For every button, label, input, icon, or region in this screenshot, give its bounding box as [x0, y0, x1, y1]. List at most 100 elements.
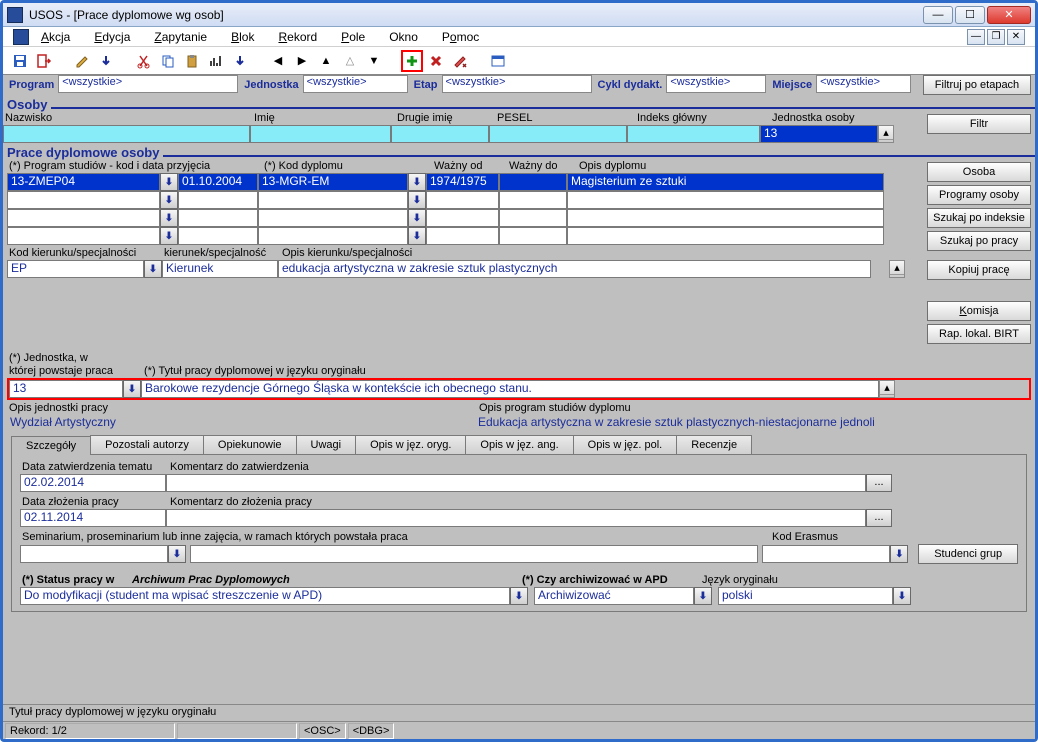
tab-opis-pol[interactable]: Opis w jęz. pol. [573, 435, 678, 454]
kod-dyplomu-input[interactable] [258, 209, 408, 227]
up2-icon[interactable]: △ [339, 50, 361, 72]
menu-rekord[interactable]: Rekord [278, 30, 317, 44]
wazny-od-input[interactable] [426, 191, 499, 209]
up-icon[interactable]: ▲ [315, 50, 337, 72]
jezyk-dropdown[interactable]: ⬇ [893, 587, 911, 605]
wazny-do-input[interactable] [499, 191, 567, 209]
prog-data-input[interactable]: 01.10.2004 [178, 173, 258, 191]
enter-query2-icon[interactable] [229, 50, 251, 72]
exit-icon[interactable] [33, 50, 55, 72]
menu-edycja[interactable]: Edycja [94, 30, 130, 44]
menu-blok[interactable]: Blok [231, 30, 254, 44]
imie-input[interactable] [250, 125, 391, 143]
kod-dyplomu-dropdown[interactable]: ⬇ [408, 173, 426, 191]
kod-dyplomu-dropdown[interactable]: ⬇ [408, 227, 426, 245]
tab-szczegoly[interactable]: Szczegóły [11, 436, 91, 455]
kod-dyplomu-input[interactable] [258, 191, 408, 209]
osoby-scrollbar[interactable]: ▴ [878, 125, 894, 143]
archiwizowac-dropdown[interactable]: ⬇ [694, 587, 712, 605]
kod-kierunku-input[interactable]: EP [7, 260, 144, 278]
filtr-button[interactable]: Filtr [927, 114, 1031, 134]
tab-opis-ang[interactable]: Opis w jęz. ang. [465, 435, 573, 454]
count-icon[interactable] [205, 50, 227, 72]
filter-etap-input[interactable]: <wszystkie> [442, 75, 592, 93]
prace-row[interactable]: 13-ZMEP04⬇01.10.200413-MGR-EM⬇1974/1975M… [7, 173, 923, 191]
prog-kod-input[interactable] [7, 191, 160, 209]
prace-row[interactable]: ⬇⬇ [7, 227, 923, 245]
clear-icon[interactable] [449, 50, 471, 72]
prog-kod-input[interactable] [7, 209, 160, 227]
opis-dyplomu-input[interactable] [567, 209, 884, 227]
window-icon[interactable] [487, 50, 509, 72]
data-zatw-input[interactable]: 02.02.2014 [20, 474, 166, 492]
rap-lokal-birt-button[interactable]: Rap. lokal. BIRT [927, 324, 1031, 344]
jednostka-praca-input[interactable]: 13 [9, 380, 123, 398]
prog-data-input[interactable] [178, 227, 258, 245]
wazny-do-input[interactable] [499, 173, 567, 191]
kom-zatw-dots-button[interactable]: ... [866, 474, 892, 492]
kod-kierunku-dropdown[interactable]: ⬇ [144, 260, 162, 278]
prace-row[interactable]: ⬇⬇ [7, 191, 923, 209]
tab-uwagi[interactable]: Uwagi [296, 435, 357, 454]
kod-dyplomu-input[interactable]: 13-MGR-EM [258, 173, 408, 191]
szukaj-indeks-button[interactable]: Szukaj po indeksie [927, 208, 1031, 228]
kom-zatw-input[interactable] [166, 474, 866, 492]
archiwizowac-input[interactable]: Archiwizować [534, 587, 694, 605]
menu-pomoc[interactable]: Pomoc [442, 30, 479, 44]
enter-query-icon[interactable] [95, 50, 117, 72]
kom-zlo-dots-button[interactable]: ... [866, 509, 892, 527]
edit-icon[interactable] [71, 50, 93, 72]
prace-row[interactable]: ⬇⬇ [7, 209, 923, 227]
nazwisko-input[interactable] [3, 125, 250, 143]
wazny-od-input[interactable] [426, 227, 499, 245]
menu-zapytanie[interactable]: Zapytanie [154, 30, 207, 44]
prog-kod-dropdown[interactable]: ⬇ [160, 191, 178, 209]
tab-pozostali-autorzy[interactable]: Pozostali autorzy [90, 435, 204, 454]
opis-dyplomu-input[interactable]: Magisterium ze sztuki [567, 173, 884, 191]
wazny-od-input[interactable] [426, 209, 499, 227]
seminarium-dropdown[interactable]: ⬇ [168, 545, 186, 563]
kod-dyplomu-dropdown[interactable]: ⬇ [408, 191, 426, 209]
prog-kod-dropdown[interactable]: ⬇ [160, 227, 178, 245]
filtruj-po-etapach-button[interactable]: Filtruj po etapach [923, 75, 1031, 95]
drugie-imie-input[interactable] [391, 125, 489, 143]
seminarium-input[interactable] [20, 545, 168, 563]
opis-dyplomu-input[interactable] [567, 191, 884, 209]
filter-jednostka-input[interactable]: <wszystkie> [303, 75, 408, 93]
mdi-restore-button[interactable]: ❐ [987, 29, 1005, 45]
prog-kod-input[interactable]: 13-ZMEP04 [7, 173, 160, 191]
kom-zlo-input[interactable] [166, 509, 866, 527]
kod-dyplomu-input[interactable] [258, 227, 408, 245]
filter-program-input[interactable]: <wszystkie> [58, 75, 238, 93]
studenci-grup-button[interactable]: Studenci grup [918, 544, 1018, 564]
paste-icon[interactable] [181, 50, 203, 72]
minimize-button[interactable]: — [923, 6, 953, 24]
copy-icon[interactable] [157, 50, 179, 72]
kod-erasmus-dropdown[interactable]: ⬇ [890, 545, 908, 563]
opis-kierunku-input[interactable]: edukacja artystyczna w zakresie sztuk pl… [278, 260, 871, 278]
komisja-button[interactable]: Komisja [927, 301, 1031, 321]
cut-icon[interactable] [133, 50, 155, 72]
status-pracy-dropdown[interactable]: ⬇ [510, 587, 528, 605]
szukaj-pracy-button[interactable]: Szukaj po pracy [927, 231, 1031, 251]
delete-record-icon[interactable] [425, 50, 447, 72]
kod-erasmus-input[interactable] [762, 545, 890, 563]
maximize-button[interactable]: ☐ [955, 6, 985, 24]
prog-data-input[interactable] [178, 209, 258, 227]
next-icon[interactable]: ▶ [291, 50, 313, 72]
jednostka-praca-dropdown[interactable]: ⬇ [123, 380, 141, 398]
mdi-minimize-button[interactable]: — [967, 29, 985, 45]
mdi-close-button[interactable]: ✕ [1007, 29, 1025, 45]
indeks-input[interactable] [627, 125, 760, 143]
seminarium-text-input[interactable] [190, 545, 758, 563]
data-zlo-input[interactable]: 02.11.2014 [20, 509, 166, 527]
filter-cykl-input[interactable]: <wszystkie> [666, 75, 766, 93]
close-button[interactable]: ✕ [987, 6, 1031, 24]
tab-recenzje[interactable]: Recenzje [676, 435, 752, 454]
insert-record-icon[interactable] [401, 50, 423, 72]
pesel-input[interactable] [489, 125, 627, 143]
wazny-od-input[interactable]: 1974/1975 [426, 173, 499, 191]
prog-kod-dropdown[interactable]: ⬇ [160, 173, 178, 191]
programy-osoby-button[interactable]: Programy osoby [927, 185, 1031, 205]
menu-akcja[interactable]: Akcja [41, 30, 70, 44]
